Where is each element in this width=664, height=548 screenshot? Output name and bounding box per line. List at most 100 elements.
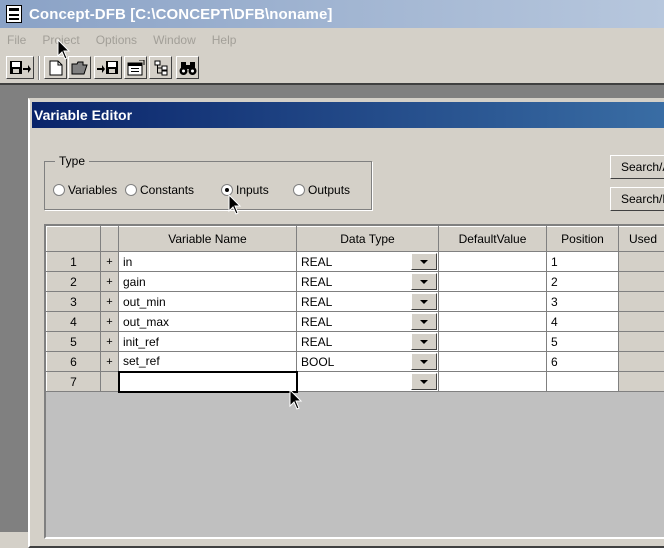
table-row-new: 7 (47, 372, 664, 392)
used-cell (619, 272, 664, 292)
position-cell[interactable]: 5 (547, 332, 619, 352)
data-type-cell[interactable]: BOOL (297, 352, 439, 372)
chevron-down-icon[interactable] (411, 293, 437, 310)
radio-outputs[interactable]: Outputs (293, 183, 350, 197)
chevron-down-icon[interactable] (411, 273, 437, 290)
search-a-button[interactable]: Search/A (610, 155, 664, 179)
position-cell[interactable]: 4 (547, 312, 619, 332)
variable-name-cell[interactable]: init_ref (119, 332, 297, 352)
mdi-workspace: Variable Editor Type Variables Constants… (0, 83, 664, 532)
radio-constants-circle[interactable] (125, 184, 137, 196)
type-group: Type Variables Constants Inputs Outputs (44, 161, 372, 210)
row-expander[interactable]: + (101, 272, 119, 292)
row-number[interactable]: 4 (47, 312, 101, 332)
row-expander[interactable]: + (101, 252, 119, 272)
radio-outputs-circle[interactable] (293, 184, 305, 196)
menu-options[interactable]: Options (89, 33, 146, 47)
chevron-down-icon[interactable] (411, 333, 437, 350)
open-folder-icon[interactable] (68, 56, 91, 79)
table-row: 5 + init_ref REAL 5 (47, 332, 664, 352)
data-type-value: REAL (301, 275, 332, 289)
chevron-down-icon[interactable] (411, 353, 437, 370)
variable-name-cell[interactable]: in (119, 252, 297, 272)
used-cell (619, 372, 664, 392)
data-type-cell[interactable]: REAL (297, 332, 439, 352)
app-titlebar: Concept-DFB [C:\CONCEPT\DFB\noname] (0, 0, 664, 28)
row-number[interactable]: 5 (47, 332, 101, 352)
app-title: Concept-DFB [C:\CONCEPT\DFB\noname] (29, 6, 333, 23)
variable-name-cell[interactable]: set_ref (119, 352, 297, 372)
position-cell[interactable]: 3 (547, 292, 619, 312)
default-value-cell[interactable] (439, 372, 547, 392)
menu-help[interactable]: Help (205, 33, 246, 47)
radio-variables-circle[interactable] (53, 184, 65, 196)
expander-header (101, 227, 119, 252)
row-expander[interactable] (101, 372, 119, 392)
radio-variables-label: Variables (68, 183, 117, 197)
menu-bar: File Project Options Window Help (0, 29, 664, 51)
variable-name-input[interactable] (119, 372, 297, 392)
table-row: 2 + gain REAL 2 (47, 272, 664, 292)
used-cell (619, 312, 664, 332)
col-header-variable-name[interactable]: Variable Name (119, 227, 297, 252)
data-type-cell[interactable]: REAL (297, 272, 439, 292)
row-expander[interactable]: + (101, 312, 119, 332)
row-expander[interactable]: + (101, 292, 119, 312)
variable-name-cell[interactable]: out_min (119, 292, 297, 312)
row-expander[interactable]: + (101, 332, 119, 352)
menu-window[interactable]: Window (146, 33, 205, 47)
data-type-cell[interactable]: REAL (297, 252, 439, 272)
used-cell (619, 292, 664, 312)
row-number[interactable]: 3 (47, 292, 101, 312)
toolbar (0, 53, 664, 83)
data-type-value: REAL (301, 255, 332, 269)
properties-icon[interactable] (124, 56, 147, 79)
chevron-down-icon[interactable] (411, 253, 437, 270)
col-header-data-type[interactable]: Data Type (297, 227, 439, 252)
chevron-down-icon[interactable] (411, 313, 437, 330)
row-number[interactable]: 6 (47, 352, 101, 372)
structure-icon[interactable] (149, 56, 172, 79)
position-cell[interactable]: 6 (547, 352, 619, 372)
col-header-default-value[interactable]: DefaultValue (439, 227, 547, 252)
data-type-cell[interactable]: REAL (297, 312, 439, 332)
search-f-button[interactable]: Search/F (610, 187, 664, 211)
default-value-cell[interactable] (439, 272, 547, 292)
position-cell[interactable]: 1 (547, 252, 619, 272)
position-cell[interactable]: 2 (547, 272, 619, 292)
data-type-cell[interactable] (297, 372, 439, 392)
data-type-value: REAL (301, 295, 332, 309)
col-header-position[interactable]: Position (547, 227, 619, 252)
find-binoculars-icon[interactable] (176, 56, 199, 79)
col-header-used[interactable]: Used (619, 227, 664, 252)
save-download-icon[interactable] (94, 56, 122, 79)
app-icon[interactable] (6, 5, 22, 23)
row-number[interactable]: 1 (47, 252, 101, 272)
variable-name-cell[interactable]: gain (119, 272, 297, 292)
chevron-down-icon[interactable] (411, 373, 437, 390)
variable-editor-title: Variable Editor (34, 107, 132, 123)
table-row: 3 + out_min REAL 3 (47, 292, 664, 312)
default-value-cell[interactable] (439, 292, 547, 312)
row-expander[interactable]: + (101, 352, 119, 372)
radio-variables[interactable]: Variables (53, 183, 117, 197)
default-value-cell[interactable] (439, 332, 547, 352)
data-type-cell[interactable]: REAL (297, 292, 439, 312)
variable-name-cell[interactable]: out_max (119, 312, 297, 332)
variable-editor-titlebar[interactable]: Variable Editor (32, 102, 664, 128)
position-cell[interactable] (547, 372, 619, 392)
menu-file[interactable]: File (0, 33, 35, 47)
save-transfer-icon[interactable] (6, 56, 34, 79)
variable-editor-window: Variable Editor Type Variables Constants… (28, 98, 664, 548)
data-type-value: BOOL (301, 355, 334, 369)
row-number[interactable]: 2 (47, 272, 101, 292)
default-value-cell[interactable] (439, 312, 547, 332)
row-number[interactable]: 7 (47, 372, 101, 392)
default-value-cell[interactable] (439, 352, 547, 372)
default-value-cell[interactable] (439, 252, 547, 272)
radio-constants[interactable]: Constants (125, 183, 194, 197)
corner-header[interactable] (47, 227, 101, 252)
table-row: 6 + set_ref BOOL 6 (47, 352, 664, 372)
used-cell (619, 332, 664, 352)
table-row: 1 + in REAL 1 (47, 252, 664, 272)
